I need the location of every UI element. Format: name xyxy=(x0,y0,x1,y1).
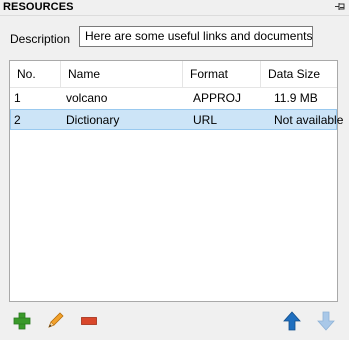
table-row-selected[interactable]: 2 Dictionary URL Not available xyxy=(10,109,344,130)
cell-name: volcano xyxy=(66,91,108,105)
remove-icon xyxy=(81,317,97,325)
edit-icon xyxy=(48,312,64,328)
panel-header: RESOURCES xyxy=(0,0,349,16)
description-label: Description xyxy=(10,32,71,46)
cell-format: URL xyxy=(193,113,218,127)
move-up-button[interactable] xyxy=(282,311,302,331)
cell-name: Dictionary xyxy=(66,113,120,127)
column-header-name[interactable]: Name xyxy=(61,61,183,87)
resources-table: No. Name Format Data Size 1 volcano APPR… xyxy=(9,60,344,302)
table-row[interactable]: 1 volcano APPROJ 11.9 MB xyxy=(10,88,337,109)
move-down-button[interactable] xyxy=(316,311,336,331)
description-field[interactable]: Here are some useful links and documents… xyxy=(79,26,313,47)
table-header: No. Name Format Data Size xyxy=(10,61,337,88)
column-header-data-size[interactable]: Data Size xyxy=(261,61,337,87)
add-icon xyxy=(13,312,31,330)
panel-title: RESOURCES xyxy=(3,1,74,13)
edit-button[interactable] xyxy=(45,311,65,331)
move-down-icon xyxy=(317,311,335,331)
cell-no: 2 xyxy=(14,113,21,127)
column-header-format[interactable]: Format xyxy=(183,61,261,87)
move-up-icon xyxy=(283,311,301,331)
add-button[interactable] xyxy=(12,311,32,331)
cell-data-size: Not available xyxy=(274,113,344,127)
cell-data-size: 11.9 MB xyxy=(274,91,318,105)
cell-no: 1 xyxy=(14,91,21,105)
remove-button[interactable] xyxy=(79,311,99,331)
pin-icon[interactable] xyxy=(334,2,346,13)
cell-format: APPROJ xyxy=(193,91,242,105)
column-header-no[interactable]: No. xyxy=(10,61,61,87)
